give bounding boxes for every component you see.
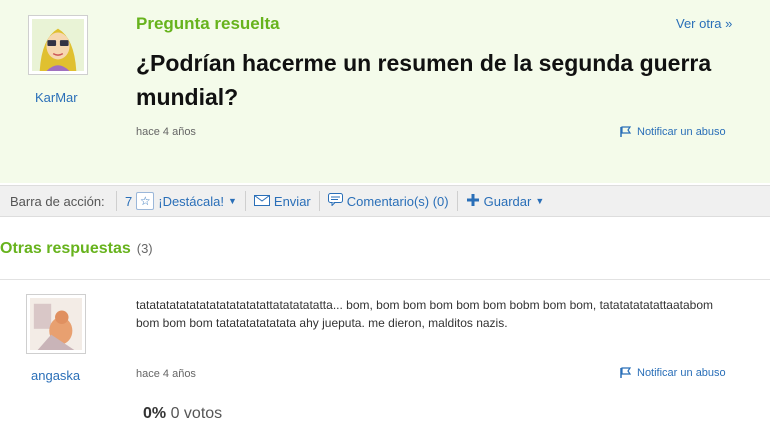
- comments-label: Comentario(s) (0): [346, 193, 449, 209]
- divider: [0, 279, 770, 280]
- asker-avatar-image: [32, 19, 84, 71]
- star-count: 7: [125, 193, 133, 209]
- envelope-icon: [253, 194, 270, 209]
- question-status: Pregunta resuelta: [136, 14, 280, 33]
- answer-text: tatatatatatatatatatatatatattatatatatatta…: [136, 298, 714, 330]
- highlight-button[interactable]: ☆ ¡Destácala! ▼: [132, 192, 245, 210]
- comment-icon: [327, 193, 343, 209]
- plus-icon: [466, 193, 480, 210]
- report-answer-label: Notificar un abuso: [637, 367, 726, 379]
- chevron-down-icon: ▼: [227, 196, 237, 206]
- question-time: hace 4 años: [136, 126, 196, 138]
- other-answers-count: (3): [136, 241, 153, 256]
- save-label: Guardar: [483, 193, 532, 209]
- votes-percent: 0%: [143, 405, 167, 422]
- answer-time: hace 4 años: [136, 368, 196, 380]
- save-button[interactable]: Guardar ▼: [458, 193, 553, 210]
- action-bar-separator: [116, 191, 117, 211]
- other-answers-heading: Otras respuestas (3): [0, 240, 153, 258]
- answer-votes: 0% 0 votos: [143, 405, 222, 423]
- send-label: Enviar: [273, 193, 311, 209]
- action-bar-label: Barra de acción:: [10, 193, 105, 209]
- flag-icon: [620, 126, 632, 138]
- answerer-username[interactable]: angaska: [31, 368, 80, 383]
- star-icon: ☆: [136, 192, 155, 210]
- asker-avatar[interactable]: [28, 15, 88, 75]
- question-title: ¿Podrían hacerme un resumen de la segund…: [136, 50, 712, 110]
- action-bar: Barra de acción: 7 ☆ ¡Destácala! ▼ Envia…: [0, 185, 770, 217]
- votes-count: 0 votos: [170, 405, 223, 422]
- report-question-link[interactable]: Notificar un abuso: [620, 126, 726, 138]
- answerer-avatar-image: [30, 298, 82, 350]
- flag-icon: [620, 367, 632, 379]
- answerer-avatar[interactable]: [26, 294, 86, 354]
- see-other-link[interactable]: Ver otra »: [676, 16, 732, 31]
- report-answer-link[interactable]: Notificar un abuso: [620, 367, 726, 379]
- comments-button[interactable]: Comentario(s) (0): [320, 193, 457, 209]
- send-button[interactable]: Enviar: [246, 194, 319, 209]
- asker-username[interactable]: KarMar: [35, 90, 78, 105]
- report-question-label: Notificar un abuso: [637, 126, 726, 138]
- chevron-down-icon: ▼: [535, 196, 545, 206]
- other-answers-title: Otras respuestas: [0, 240, 131, 257]
- highlight-label: ¡Destácala!: [158, 193, 224, 209]
